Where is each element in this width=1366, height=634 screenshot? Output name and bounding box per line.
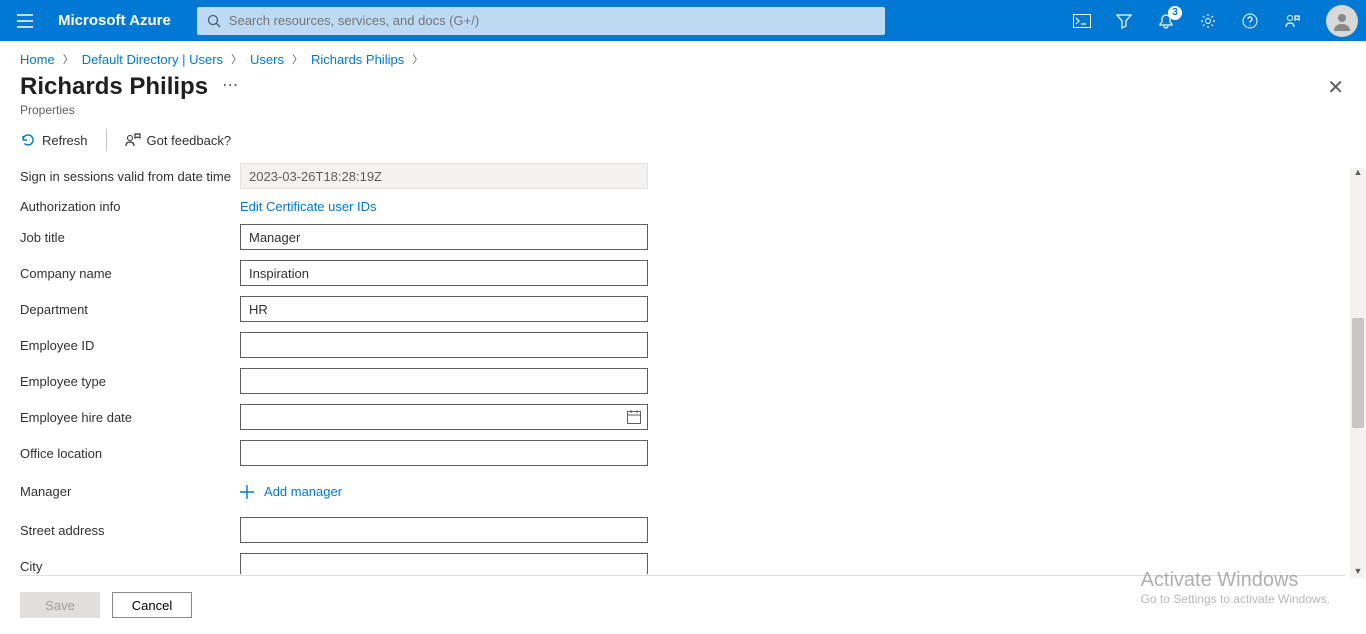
employee-type-field[interactable] — [240, 368, 648, 394]
chevron-right-icon: 〉 — [63, 51, 74, 67]
more-actions-button[interactable]: ⋯ — [222, 75, 238, 99]
breadcrumb-current[interactable]: Richards Philips — [311, 52, 404, 67]
filter-icon — [1116, 13, 1132, 29]
search-icon — [207, 14, 221, 28]
feedback-label: Got feedback? — [147, 133, 232, 148]
settings-button[interactable] — [1188, 0, 1228, 41]
signin-sessions-row: Sign in sessions valid from date time — [20, 163, 1350, 189]
save-button: Save — [20, 592, 100, 618]
add-manager-link[interactable]: Add manager — [240, 484, 342, 499]
help-button[interactable] — [1230, 0, 1270, 41]
feedback-button[interactable]: Got feedback? — [125, 132, 232, 148]
toolbar: Refresh Got feedback? — [0, 123, 1366, 161]
calendar-picker-button[interactable] — [626, 409, 642, 425]
office-location-row: Office location — [20, 440, 1350, 466]
title-row: Richards Philips ⋯ ✕ — [0, 71, 1366, 101]
signin-sessions-label: Sign in sessions valid from date time — [20, 169, 240, 184]
office-location-field[interactable] — [240, 440, 648, 466]
avatar-icon — [1331, 10, 1353, 32]
refresh-icon — [20, 132, 36, 148]
watermark-subtitle: Go to Settings to activate Windows. — [1141, 592, 1330, 606]
employee-id-field[interactable] — [240, 332, 648, 358]
job-title-row: Job title — [20, 224, 1350, 250]
signin-sessions-field — [240, 163, 648, 189]
form-area: Sign in sessions valid from date time Au… — [20, 163, 1350, 574]
employee-hire-label: Employee hire date — [20, 410, 240, 425]
street-field[interactable] — [240, 517, 648, 543]
department-label: Department — [20, 302, 240, 317]
breadcrumb-users[interactable]: Users — [250, 52, 284, 67]
refresh-label: Refresh — [42, 133, 88, 148]
chevron-right-icon: 〉 — [412, 51, 423, 67]
add-manager-label: Add manager — [264, 484, 342, 499]
topbar-icons: 3 — [1062, 0, 1318, 41]
city-field[interactable] — [240, 553, 648, 574]
auth-info-row: Authorization info Edit Certificate user… — [20, 199, 1350, 214]
search-input[interactable] — [229, 13, 875, 28]
employee-type-label: Employee type — [20, 374, 240, 389]
plus-icon — [240, 485, 254, 499]
auth-info-label: Authorization info — [20, 199, 240, 214]
feedback-topbar-button[interactable] — [1272, 0, 1312, 41]
company-label: Company name — [20, 266, 240, 281]
employee-id-row: Employee ID — [20, 332, 1350, 358]
notifications-button[interactable]: 3 — [1146, 0, 1186, 41]
edit-certificate-link[interactable]: Edit Certificate user IDs — [240, 199, 377, 214]
global-search[interactable] — [197, 7, 885, 35]
watermark-title: Activate Windows — [1141, 569, 1330, 592]
employee-id-label: Employee ID — [20, 338, 240, 353]
employee-type-row: Employee type — [20, 368, 1350, 394]
help-icon — [1242, 13, 1258, 29]
gear-icon — [1200, 13, 1216, 29]
scroll-thumb[interactable] — [1352, 318, 1364, 428]
hamburger-icon — [17, 14, 33, 28]
directory-filter-button[interactable] — [1104, 0, 1144, 41]
company-field[interactable] — [240, 260, 648, 286]
scroll-up-arrow-icon[interactable]: ▲ — [1350, 165, 1366, 179]
department-row: Department — [20, 296, 1350, 322]
employee-hire-field[interactable] — [240, 404, 648, 430]
job-title-label: Job title — [20, 230, 240, 245]
close-blade-button[interactable]: ✕ — [1327, 75, 1346, 100]
brand-label: Microsoft Azure — [50, 12, 189, 29]
chevron-right-icon: 〉 — [292, 51, 303, 67]
toolbar-separator — [106, 129, 107, 151]
account-avatar[interactable] — [1326, 5, 1358, 37]
manager-label: Manager — [20, 484, 240, 499]
employee-hire-row: Employee hire date — [20, 404, 1350, 430]
page-subtitle: Properties — [0, 101, 1366, 123]
page-title: Richards Philips — [20, 73, 208, 101]
scroll-down-arrow-icon[interactable]: ▼ — [1350, 564, 1366, 578]
office-location-label: Office location — [20, 446, 240, 461]
manager-row: Manager Add manager — [20, 484, 1350, 499]
top-bar: Microsoft Azure 3 — [0, 0, 1366, 41]
breadcrumb-directory[interactable]: Default Directory | Users — [82, 52, 223, 67]
cloud-shell-button[interactable] — [1062, 0, 1102, 41]
refresh-button[interactable]: Refresh — [20, 132, 88, 148]
breadcrumb-home[interactable]: Home — [20, 52, 55, 67]
breadcrumb: Home 〉 Default Directory | Users 〉 Users… — [0, 41, 1366, 71]
person-feedback-icon — [125, 132, 141, 148]
street-label: Street address — [20, 523, 240, 538]
department-field[interactable] — [240, 296, 648, 322]
cancel-button[interactable]: Cancel — [112, 592, 192, 618]
hamburger-menu[interactable] — [0, 0, 50, 41]
city-label: City — [20, 559, 240, 574]
job-title-field[interactable] — [240, 224, 648, 250]
notification-badge: 3 — [1168, 6, 1182, 20]
chevron-right-icon: 〉 — [231, 51, 242, 67]
cloud-shell-icon — [1073, 14, 1091, 28]
company-row: Company name — [20, 260, 1350, 286]
calendar-icon — [626, 409, 642, 425]
person-feedback-icon — [1284, 13, 1300, 29]
form-scrollbar[interactable]: ▲ ▼ — [1350, 168, 1366, 578]
windows-activation-watermark: Activate Windows Go to Settings to activ… — [1141, 569, 1330, 606]
street-row: Street address — [20, 517, 1350, 543]
